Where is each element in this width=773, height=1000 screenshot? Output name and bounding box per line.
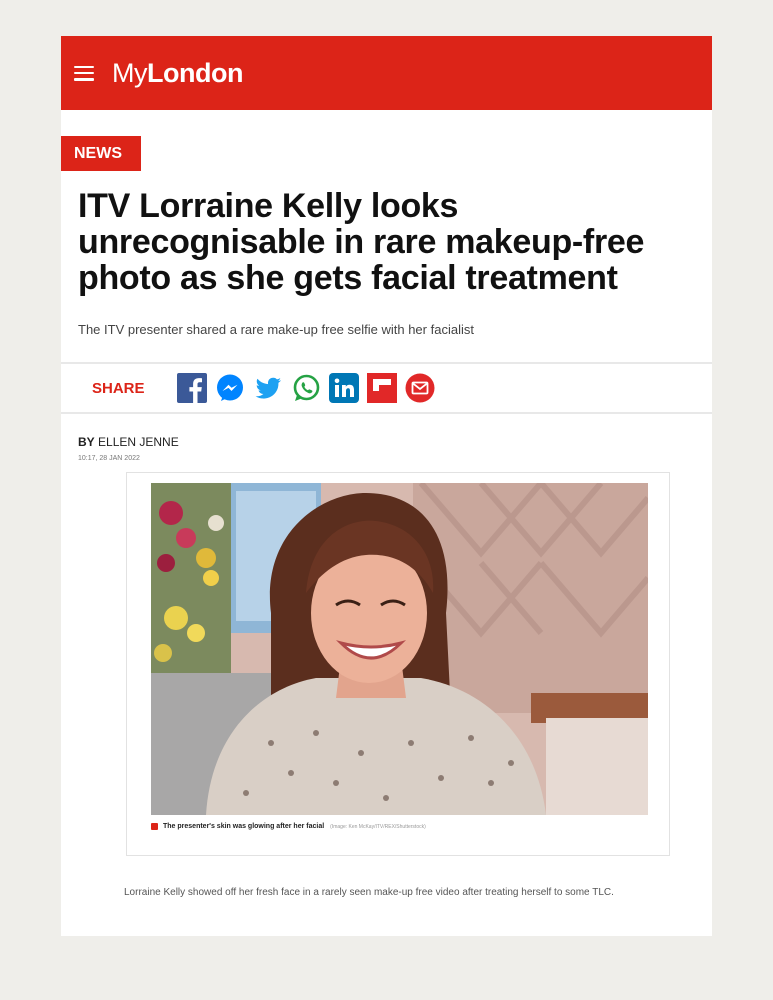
whatsapp-icon[interactable] [291, 373, 321, 403]
article-page: MyLondon NEWS ITV Lorraine Kelly looks u… [61, 36, 712, 936]
linkedin-icon[interactable] [328, 373, 359, 403]
caption-text: The presenter's skin was glowing after h… [163, 823, 325, 830]
article-photo[interactable] [151, 483, 648, 815]
byline-prefix: BY [78, 435, 95, 449]
logo-london: London [147, 57, 243, 88]
flipboard-icon[interactable] [366, 373, 397, 403]
article-figure: The presenter's skin was glowing after h… [126, 472, 670, 856]
image-credit: (Image: Ken McKay/ITV/REX/Shutterstock) [330, 823, 426, 830]
site-logo[interactable]: MyLondon [112, 58, 243, 89]
share-bar: SHARE [61, 362, 712, 414]
share-label: SHARE [92, 379, 145, 397]
article-body-paragraph: Lorraine Kelly showed off her fresh face… [124, 887, 614, 898]
article-standfirst: The ITV presenter shared a rare make-up … [78, 322, 474, 337]
facebook-icon[interactable] [176, 373, 207, 403]
camera-icon [151, 823, 158, 830]
article-headline: ITV Lorraine Kelly looks unrecognisable … [78, 187, 645, 297]
publish-date: 10:17, 28 JAN 2022 [78, 455, 140, 462]
byline: BY ELLEN JENNE [78, 435, 179, 449]
section-badge[interactable]: NEWS [61, 136, 141, 171]
author-name[interactable]: ELLEN JENNE [98, 435, 179, 449]
messenger-icon[interactable] [215, 373, 245, 403]
image-caption: The presenter's skin was glowing after h… [151, 823, 648, 830]
logo-my: My [112, 57, 148, 88]
site-header: MyLondon [61, 36, 712, 110]
share-icons [176, 373, 435, 403]
hamburger-menu-icon[interactable] [74, 65, 94, 81]
email-icon[interactable] [405, 373, 435, 403]
twitter-icon[interactable] [253, 373, 283, 403]
